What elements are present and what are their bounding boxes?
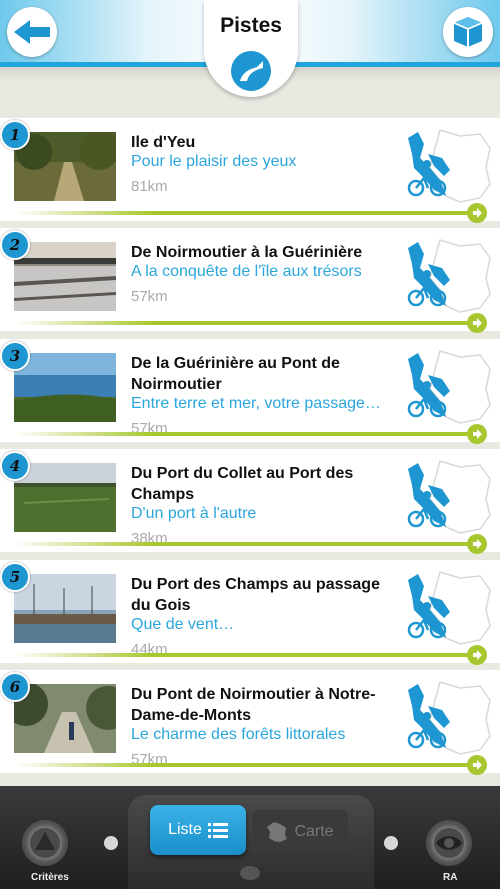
- route-open-button[interactable]: [467, 645, 487, 665]
- cube-button[interactable]: [443, 7, 493, 57]
- route-number-badge: 1: [0, 120, 30, 150]
- route-open-button[interactable]: [467, 755, 487, 775]
- cyclist-map-icon: [407, 571, 491, 645]
- back-button[interactable]: [7, 7, 57, 57]
- route-row[interactable]: 1 Ile d'Yeu Pour le plaisir des yeux 81km: [0, 118, 500, 223]
- right-indicator-dot: [384, 836, 398, 850]
- route-progress-line: [14, 653, 474, 657]
- route-subtitle: A la conquête de l'île aux trésors: [131, 263, 362, 280]
- route-subtitle: D'un port à l'autre: [131, 505, 257, 522]
- route-row[interactable]: 2 De Noirmoutier à la Guérinière A la conq…: [0, 228, 500, 333]
- route-title: Du Port des Champs au passage du Gois: [131, 576, 380, 614]
- map-tab-button[interactable]: Carte: [252, 810, 348, 854]
- ar-dial[interactable]: [426, 820, 472, 866]
- left-indicator-dot: [104, 836, 118, 850]
- eye-icon: [436, 836, 462, 850]
- route-title: Ile d'Yeu: [131, 134, 196, 151]
- ar-label: RA: [443, 872, 458, 883]
- route-subtitle: Entre terre et mer, votre passage…: [131, 395, 381, 412]
- road-badge: [231, 51, 271, 91]
- route-number-badge: 4: [0, 451, 30, 481]
- cube-icon: [453, 17, 483, 47]
- route-map: [400, 570, 492, 646]
- route-progress-line: [14, 432, 474, 436]
- cyclist-map-icon: [407, 239, 491, 313]
- route-open-button[interactable]: [467, 534, 487, 554]
- route-row[interactable]: 4 Du Port du Collet au Port des Champs D'u…: [0, 449, 500, 554]
- bottom-knob: [240, 866, 260, 880]
- road-icon: [240, 61, 263, 81]
- route-thumbnail: [14, 353, 116, 422]
- route-subtitle: Le charme des forêts littorales: [131, 726, 346, 743]
- route-progress-line: [14, 763, 474, 767]
- route-distance: 81km: [131, 178, 168, 195]
- route-number-badge: 5: [0, 562, 30, 592]
- route-title: Du Port du Collet au Port des Champs: [131, 465, 354, 503]
- route-number-badge: 2: [0, 230, 30, 260]
- arrow-left-icon: [14, 20, 50, 44]
- criteria-dial[interactable]: [22, 820, 68, 866]
- route-title: Du Pont de Noirmoutier à Notre-Dame-de-M…: [131, 686, 376, 724]
- arrow-right-icon: [473, 429, 482, 439]
- arrow-right-icon: [473, 208, 482, 218]
- list-tab-label: Liste: [168, 821, 202, 838]
- route-subtitle: Que de vent…: [131, 616, 235, 633]
- route-open-button[interactable]: [467, 203, 487, 223]
- cyclist-map-icon: [407, 350, 491, 424]
- route-row[interactable]: 5 Du Port des Champs au passage du Gois Qu…: [0, 560, 500, 665]
- cyclist-map-icon: [407, 460, 491, 534]
- route-thumbnail: [14, 574, 116, 643]
- arrow-right-icon: [473, 318, 482, 328]
- page-title: Pistes: [220, 14, 282, 37]
- cyclist-map-icon: [407, 129, 491, 203]
- route-open-button[interactable]: [467, 313, 487, 333]
- route-title: De la Guérinière au Pont de Noirmoutier: [131, 355, 340, 393]
- route-progress-line: [14, 211, 474, 215]
- route-map: [400, 238, 492, 314]
- title-tab: Pistes: [204, 0, 298, 97]
- arrow-right-icon: [473, 760, 482, 770]
- route-number-badge: 6: [0, 672, 30, 702]
- list-tab-button[interactable]: Liste: [150, 805, 246, 855]
- route-progress-line: [14, 321, 474, 325]
- route-progress-line: [14, 542, 474, 546]
- route-subtitle: Pour le plaisir des yeux: [131, 153, 297, 170]
- list-icon: [207, 823, 228, 838]
- route-thumbnail: [14, 242, 116, 311]
- route-map: [400, 459, 492, 535]
- route-number-badge: 3: [0, 341, 30, 371]
- route-map: [400, 349, 492, 425]
- cyclist-map-icon: [407, 681, 491, 755]
- map-tab-label: Carte: [294, 823, 334, 840]
- france-map-icon: [267, 822, 288, 842]
- route-row[interactable]: 6 Du Pont de Noirmoutier à Notre-Dame-de-…: [0, 670, 500, 775]
- route-open-button[interactable]: [467, 424, 487, 444]
- route-distance: 57km: [131, 288, 168, 305]
- route-thumbnail: [14, 463, 116, 532]
- arrow-right-icon: [473, 539, 482, 549]
- route-map: [400, 680, 492, 756]
- triangle-up-icon: [35, 832, 55, 850]
- route-thumbnail: [14, 132, 116, 201]
- criteria-label: Critères: [31, 872, 69, 883]
- arrow-right-icon: [473, 650, 482, 660]
- route-map: [400, 128, 492, 204]
- route-title: De Noirmoutier à la Guérinière: [131, 244, 363, 261]
- route-row[interactable]: 3 De la Guérinière au Pont de Noirmoutier…: [0, 339, 500, 444]
- route-thumbnail: [14, 684, 116, 753]
